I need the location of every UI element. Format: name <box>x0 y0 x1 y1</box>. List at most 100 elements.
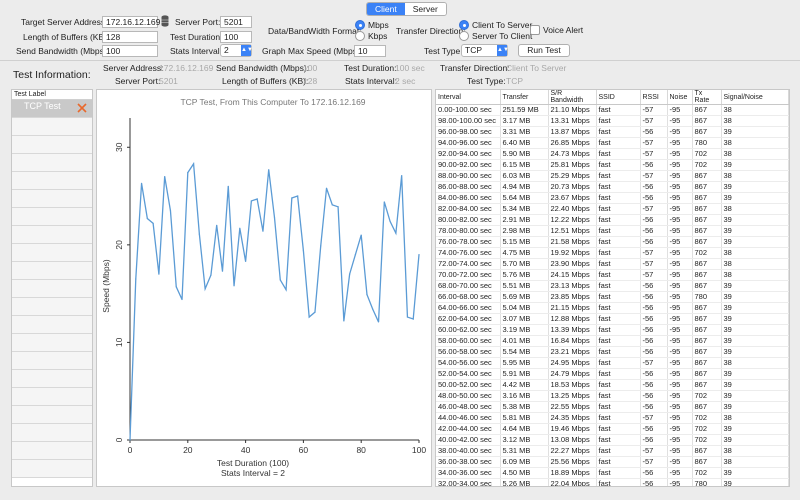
table-cell: 6.40 MB <box>500 137 549 149</box>
column-header[interactable]: Transfer <box>500 90 549 105</box>
close-icon[interactable] <box>77 103 87 115</box>
table-row[interactable]: 40.00-42.00 sec 3.12 MB 13.08 Mbps fast -56-… <box>436 434 789 446</box>
column-header[interactable]: RSSI <box>640 90 668 105</box>
table-row[interactable]: 74.00-76.00 sec 4.75 MB 19.92 Mbps fast -57-… <box>436 247 789 259</box>
test-list-header[interactable]: Test Label <box>12 90 92 100</box>
dir-client-radio[interactable]: Client To Server <box>459 20 532 30</box>
table-row[interactable]: 58.00-60.00 sec 4.01 MB 16.84 Mbps fast -56-… <box>436 335 789 347</box>
table-row[interactable]: 86.00-88.00 sec 4.94 MB 20.73 Mbps fast -56-… <box>436 181 789 193</box>
table-row[interactable]: 90.00-92.00 sec 6.15 MB 25.81 Mbps fast -56-… <box>436 159 789 171</box>
table-row[interactable]: 92.00-94.00 sec 5.90 MB 24.73 Mbps fast -57-… <box>436 148 789 160</box>
table-row[interactable]: 38.00-40.00 sec 5.31 MB 22.27 Mbps fast -57-… <box>436 445 789 457</box>
database-icon[interactable] <box>161 15 169 27</box>
table-cell: fast <box>596 445 641 457</box>
table-cell: 867 <box>692 302 722 314</box>
table-row[interactable]: 0.00-100.00 sec 251.59 MB 21.10 Mbps fast -5… <box>436 104 789 116</box>
format-mbps-radio[interactable]: Mbps <box>355 20 389 30</box>
table-row[interactable]: 76.00-78.00 sec 5.15 MB 21.58 Mbps fast -56-… <box>436 236 789 248</box>
tab-server[interactable]: Server <box>404 3 446 15</box>
table-row[interactable]: 72.00-74.00 sec 5.70 MB 23.90 Mbps fast -57-… <box>436 258 789 270</box>
table-cell: fast <box>596 280 641 292</box>
table-row[interactable]: 70.00-72.00 sec 5.76 MB 24.15 Mbps fast -57-… <box>436 269 789 281</box>
test-list-empty-row <box>12 460 92 478</box>
dir-server-radio[interactable]: Server To Client <box>459 31 532 41</box>
table-cell: -56 <box>640 346 668 358</box>
table-row[interactable]: 44.00-46.00 sec 5.81 MB 24.35 Mbps fast -57-… <box>436 412 789 424</box>
table-row[interactable]: 94.00-96.00 sec 6.40 MB 26.85 Mbps fast -57-… <box>436 137 789 149</box>
table-row[interactable]: 62.00-64.00 sec 3.07 MB 12.88 Mbps fast -56-… <box>436 313 789 325</box>
buffers-input[interactable]: 128 <box>102 31 158 43</box>
speed-data-point <box>395 232 397 234</box>
table-cell: 5.95 MB <box>500 357 549 369</box>
table-cell: -95 <box>667 192 693 204</box>
table-cell: -56 <box>640 126 668 138</box>
table-row[interactable]: 66.00-68.00 sec 5.69 MB 23.85 Mbps fast -56-… <box>436 291 789 303</box>
table-row[interactable]: 54.00-56.00 sec 5.95 MB 24.95 Mbps fast -57-… <box>436 357 789 369</box>
column-header[interactable]: SSID <box>596 90 641 105</box>
table-row[interactable]: 52.00-54.00 sec 5.91 MB 24.79 Mbps fast -56-… <box>436 368 789 380</box>
voice-alert-checkbox[interactable]: Voice Alert <box>530 25 583 35</box>
table-row[interactable]: 48.00-50.00 sec 3.16 MB 13.25 Mbps fast -56-… <box>436 390 789 402</box>
table-cell: 82.00-84.00 sec <box>436 203 501 215</box>
test-list-item[interactable]: TCP Test <box>12 100 92 118</box>
table-cell: 867 <box>692 225 722 237</box>
table-cell: 5.69 MB <box>500 291 549 303</box>
table-cell: 39 <box>721 302 789 314</box>
table-row[interactable]: 60.00-62.00 sec 3.19 MB 13.39 Mbps fast -56-… <box>436 324 789 336</box>
speed-data-point <box>349 273 351 275</box>
table-row[interactable]: 68.00-70.00 sec 5.51 MB 23.13 Mbps fast -56-… <box>436 280 789 292</box>
table-row[interactable]: 42.00-44.00 sec 4.64 MB 19.46 Mbps fast -56-… <box>436 423 789 435</box>
column-header[interactable]: Tx Rate <box>692 90 722 105</box>
stats-interval-select[interactable]: 2 ▲▼ <box>220 44 253 57</box>
graph-max-input[interactable]: 10 <box>354 45 386 57</box>
target-address-input[interactable]: 172.16.12.169 <box>102 16 160 28</box>
table-cell: 702 <box>692 247 722 259</box>
server-port-input[interactable]: 5201 <box>220 16 252 28</box>
bandwidth-input[interactable]: 100 <box>102 45 158 57</box>
speed-data-point <box>337 206 339 208</box>
table-row[interactable]: 96.00-98.00 sec 3.31 MB 13.87 Mbps fast -56-… <box>436 126 789 138</box>
speed-data-point <box>372 308 374 310</box>
column-header[interactable]: Signal/Noise <box>721 90 789 105</box>
test-info-title: Test Information: <box>13 69 91 81</box>
table-cell: 25.81 Mbps <box>548 159 597 171</box>
table-cell: fast <box>596 269 641 281</box>
table-row[interactable]: 84.00-86.00 sec 5.64 MB 23.67 Mbps fast -56-… <box>436 192 789 204</box>
format-kbps-radio[interactable]: Kbps <box>355 31 387 41</box>
table-cell: 92.00-94.00 sec <box>436 148 501 160</box>
table-row[interactable]: 56.00-58.00 sec 5.54 MB 23.21 Mbps fast -56-… <box>436 346 789 358</box>
table-cell: 60.00-62.00 sec <box>436 324 501 336</box>
speed-data-point <box>169 210 172 212</box>
table-row[interactable]: 46.00-48.00 sec 5.38 MB 22.55 Mbps fast -56-… <box>436 401 789 413</box>
table-cell: 5.04 MB <box>500 302 549 314</box>
test-type-select[interactable]: TCP ▲▼ <box>461 44 509 57</box>
duration-input[interactable]: 100 <box>220 31 252 43</box>
table-cell: 39 <box>721 324 789 336</box>
table-row[interactable]: 64.00-66.00 sec 5.04 MB 21.15 Mbps fast -56-… <box>436 302 789 314</box>
column-header[interactable]: Noise <box>667 90 693 105</box>
column-header[interactable]: Interval <box>436 90 501 105</box>
table-row[interactable]: 36.00-38.00 sec 6.09 MB 25.56 Mbps fast -57-… <box>436 456 789 468</box>
table-row[interactable]: 80.00-82.00 sec 2.91 MB 12.22 Mbps fast -56-… <box>436 214 789 226</box>
speed-data-point <box>383 201 385 203</box>
table-cell: 39 <box>721 192 789 204</box>
table-row[interactable]: 88.00-90.00 sec 6.03 MB 25.29 Mbps fast -57-… <box>436 170 789 182</box>
table-cell: -57 <box>640 247 668 259</box>
table-row[interactable]: 34.00-36.00 sec 4.50 MB 18.89 Mbps fast -56-… <box>436 467 789 479</box>
table-row[interactable]: 50.00-52.00 sec 4.42 MB 18.53 Mbps fast -56-… <box>436 379 789 391</box>
table-cell: -57 <box>640 269 668 281</box>
speed-data-point <box>297 195 299 197</box>
test-list-empty-row <box>12 370 92 388</box>
table-cell: -57 <box>640 115 668 127</box>
table-header-row: Interval Transfer S/R Bandwidth SSID RSSI Noi… <box>436 90 789 105</box>
table-cell: -95 <box>667 456 693 468</box>
table-row[interactable]: 32.00-34.00 sec 5.26 MB 22.04 Mbps fast -56-… <box>436 478 789 486</box>
table-row[interactable]: 78.00-80.00 sec 2.98 MB 12.51 Mbps fast -56-… <box>436 225 789 237</box>
test-list-empty-row <box>12 154 92 172</box>
column-header[interactable]: S/R Bandwidth <box>548 90 597 105</box>
tab-client[interactable]: Client <box>367 3 405 15</box>
table-row[interactable]: 82.00-84.00 sec 5.34 MB 22.40 Mbps fast -57-… <box>436 203 789 215</box>
table-cell: 24.95 Mbps <box>548 357 597 369</box>
table-row[interactable]: 98.00-100.00 sec 3.17 MB 13.31 Mbps fast -57… <box>436 115 789 127</box>
run-test-button[interactable]: Run Test <box>518 44 570 57</box>
